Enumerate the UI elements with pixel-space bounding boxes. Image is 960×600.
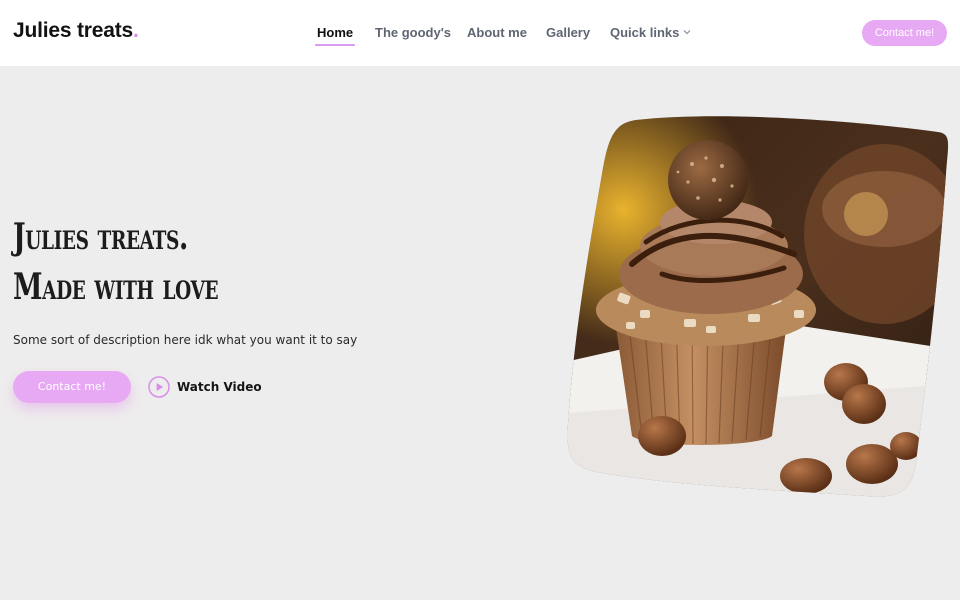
play-circle-icon [148,376,170,398]
quick-links-label: Quick links [610,25,680,40]
nav-item-quick-links[interactable]: Quick links [610,25,691,40]
hero-contact-button[interactable]: Contact me! [13,371,131,403]
hero-title-line2: Made with love [13,266,219,308]
chevron-down-icon [683,30,691,35]
nav-item-goodys[interactable]: The goody's [375,25,451,40]
watch-video-label: Watch Video [177,380,262,394]
main-nav: Home The goody's About me Gallery Quick … [0,25,960,47]
nav-item-home[interactable]: Home [314,25,356,46]
nav-item-gallery[interactable]: Gallery [546,25,590,40]
watch-video-button[interactable]: Watch Video [148,376,262,398]
cupcake-image [567,116,949,497]
nav-item-about[interactable]: About me [467,25,527,40]
hero-title-line1: Julies treats. [13,216,188,258]
header-contact-button[interactable]: Contact me! [862,20,947,46]
hero-description: Some sort of description here idk what y… [13,333,358,347]
hero-title: Julies treats. Made with love [13,212,219,312]
site-header: Julies treats. Home The goody's About me… [0,0,960,66]
